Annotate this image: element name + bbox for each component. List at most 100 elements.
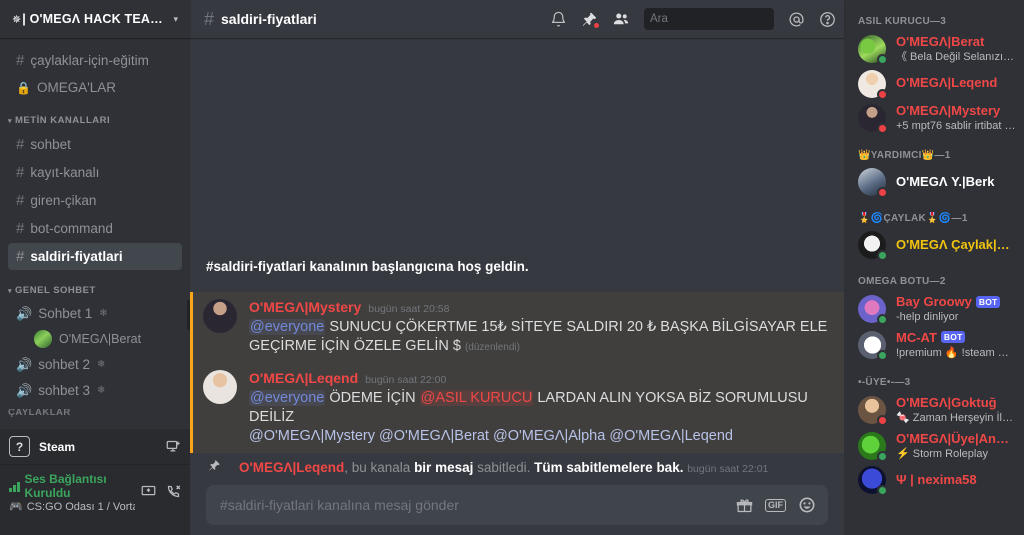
channel-label: sohbet 3 (38, 383, 90, 398)
status-badge (877, 88, 888, 100)
channel-label: çaylaklar-için-eğitim (30, 53, 149, 68)
member-name: O'MEGΛ Çaylak|KAOS (896, 236, 1016, 252)
composer-box[interactable]: #saldiri-fiyatlari kanalına mesaj gönder… (206, 485, 828, 525)
category-genel-sohbet[interactable]: ▾ GENEL SOHBET (0, 271, 190, 300)
sidebar-item-voice-sohbet-1[interactable]: 🔊 Sohbet 1 ❄ (8, 301, 182, 326)
message-body: O'MEGΛ|Leqend bugün saat 22:00 @everyone… (249, 370, 828, 446)
channel-list: # çaylaklar-için-eğitim 🔒 OMEGA'LAR ▾ ME… (0, 38, 190, 429)
search-input[interactable] (650, 13, 804, 25)
sidebar-item-voice-sohbet-3[interactable]: 🔊 sohbet 3 ❄ (8, 378, 182, 403)
avatar (858, 432, 888, 462)
mention-everyone[interactable]: @everyone (249, 318, 326, 335)
chevron-down-icon[interactable]: ▾ (173, 14, 178, 25)
sidebar-item-omegalar[interactable]: 🔒 OMEGA'LAR (8, 75, 182, 100)
sidebar-item-bot-command[interactable]: # bot-command (8, 215, 182, 242)
mention-everyone[interactable]: @everyone (249, 389, 326, 406)
status-badge (877, 451, 888, 462)
member-item-goktug[interactable]: O'MEGΛ|Goktuğ 🍬 Zaman Herşeyin İlaçıysa … (844, 393, 1024, 428)
member-status-text: ⚡ Storm Roleplay (896, 447, 988, 460)
edited-label: (düzenlendi) (464, 341, 520, 353)
member-group-header: •-ÜYE•-—3 (858, 377, 911, 389)
member-item-angarali[interactable]: O'MEGΛ|Üye|Angaralı ⚡ Storm Roleplay (844, 429, 1024, 464)
system-message-row: O'MEGΛ|Leqend, bu kanala bir mesaj sabit… (190, 453, 844, 481)
voice-participant-berat[interactable]: O'MEGΛ|Berat (26, 328, 182, 350)
topbar-icons (550, 8, 836, 30)
message-list: #saldiri-fiyatlari kanalının başlangıcın… (190, 249, 844, 485)
member-status-text: 《 Bela Değil Selanızı Okutma... (896, 51, 1016, 64)
member-item-mc-at[interactable]: MC-ATBOT !premium 🔥 !steam 🔥 !opkasa... (844, 328, 1024, 363)
sidebar-item-sohbet[interactable]: # sohbet (8, 131, 182, 158)
sidebar-item-saldiri-fiyatlari[interactable]: # saldiri-fiyatlari (8, 243, 182, 270)
status-badge (877, 54, 888, 66)
message-content: @everyone SUNUCU ÇÖKERTME 15₺ SİTEYE SAL… (249, 318, 828, 356)
hash-icon: # (204, 8, 215, 29)
steam-status-row[interactable]: ? Steam (0, 429, 190, 465)
member-name: Ψ | nexima58 (896, 472, 977, 488)
member-item-kaos[interactable]: O'MEGΛ Çaylak|KAOS (844, 229, 1024, 262)
member-item-nexima58[interactable]: Ψ | nexima58 (844, 464, 1024, 497)
screen-share-icon[interactable] (166, 439, 181, 454)
category-caylaklar-cut[interactable]: ÇAYLAKLAR (0, 409, 190, 420)
channel-sidebar: ✵ | O'MEGΛ HACK TEAM... ▾ # çaylaklar-iç… (0, 0, 190, 535)
member-name: O'MEGΛ Y.|Berk (896, 173, 995, 189)
message-text: SUNUCU ÇÖKERTME 15₺ SİTEYE SALDIRI 20 ₺ … (249, 318, 828, 354)
voice-connected-row[interactable]: Ses Bağlantısı Kuruldu 🎮 CS:GO Odası 1 /… (0, 465, 190, 521)
message-content: @everyone ÖDEME İÇİN @ASIL KURUCU LARDAN… (249, 389, 828, 446)
avatar[interactable] (203, 369, 237, 404)
avatar[interactable] (203, 298, 237, 333)
status-badge (877, 485, 888, 497)
screen-share-button[interactable] (141, 484, 156, 502)
gif-icon[interactable]: GIF (765, 498, 786, 512)
channel-label: giren-çikan (30, 193, 97, 208)
sidebar-item-caylaklar-icin-egitim[interactable]: # çaylaklar-için-eğitim (8, 47, 182, 74)
view-all-pins-link[interactable]: Tüm sabitlemelere bak. (534, 460, 683, 475)
avatar (858, 466, 888, 497)
message-author[interactable]: O'MEGΛ|Leqend (249, 370, 358, 387)
pin-notification-dot (593, 21, 600, 29)
member-item-berk[interactable]: O'MEGΛ Y.|Berk (844, 166, 1024, 199)
channel-label: saldiri-fiyatlari (30, 249, 123, 264)
mention-user-alpha[interactable]: @O'MEGΛ|Alpha (493, 428, 605, 444)
pinned-message-link[interactable]: bir mesaj (414, 460, 473, 475)
server-header[interactable]: ✵ | O'MEGΛ HACK TEAM... ▾ (0, 0, 190, 38)
members-icon[interactable] (612, 10, 630, 28)
avatar (858, 231, 888, 262)
pin-icon[interactable] (581, 11, 600, 29)
member-name: O'MEGΛ|Goktuğ (896, 395, 997, 411)
emoji-icon[interactable] (798, 496, 816, 514)
sidebar-item-voice-sohbet-2[interactable]: 🔊 sohbet 2 ❄ (8, 352, 182, 377)
member-name: O'MEGΛ|Üye|Angaralı (896, 430, 1016, 446)
member-item-berat[interactable]: O'MEGΛ|Berat 《 Bela Değil Selanızı Okutm… (844, 32, 1024, 67)
mention-user-berat[interactable]: @O'MEGΛ|Berat (379, 428, 489, 444)
message-timestamp: bugün saat 22:00 (365, 373, 447, 386)
sidebar-item-kayit-kanali[interactable]: # kayıt-kanalı (8, 159, 182, 186)
member-list[interactable]: ASIL KURUCU—3 O'MEGΛ|Berat 《 Bela Değil … (844, 0, 1024, 535)
member-item-mystery[interactable]: O'MEGΛ|Mystery +5 mpt76 sablir irtibat i… (844, 101, 1024, 136)
member-item-leqend[interactable]: O'MEGΛ|Leqend (844, 68, 1024, 100)
member-status-text: -help dinliyor (896, 311, 959, 324)
mention-role-asil-kurucu[interactable]: @ASIL KURUCU (419, 389, 534, 406)
mention-user-leqend[interactable]: @O'MEGΛ|Leqend (609, 428, 733, 444)
voice-actions (141, 484, 181, 502)
voice-connected-sub-row: 🎮 CS:GO Odası 1 / Vortance... (9, 500, 135, 514)
avatar (858, 69, 888, 100)
avatar (858, 330, 888, 361)
category-metin-kanallari[interactable]: ▾ METİN KANALLARI (0, 101, 190, 130)
message-author[interactable]: O'MEGΛ|Mystery (249, 299, 361, 316)
sidebar-item-giren-cikan[interactable]: # giren-çikan (8, 187, 182, 214)
message-input[interactable]: #saldiri-fiyatlari kanalına mesaj gönder (220, 497, 724, 513)
mentions-icon[interactable] (788, 11, 805, 28)
member-item-bay-groowy[interactable]: Bay Groowy BOT -help dinliyor (844, 292, 1024, 327)
disconnect-button[interactable] (166, 484, 181, 502)
search-box[interactable] (644, 8, 804, 30)
lock-icon: 🔒 (16, 80, 31, 95)
message-scroller[interactable]: #saldiri-fiyatlari kanalının başlangıcın… (190, 38, 844, 485)
system-message-author[interactable]: O'MEGΛ|Leqend (239, 460, 344, 475)
help-icon[interactable] (819, 11, 836, 28)
snowflake-icon: ❄ (96, 359, 106, 370)
mention-user-mystery[interactable]: @O'MEGΛ|Mystery (249, 428, 375, 444)
system-message-text: O'MEGΛ|Leqend, bu kanala bir mesaj sabit… (239, 460, 768, 475)
pin-icon (203, 459, 225, 475)
bell-icon[interactable] (550, 11, 567, 28)
gift-icon[interactable] (736, 497, 753, 514)
